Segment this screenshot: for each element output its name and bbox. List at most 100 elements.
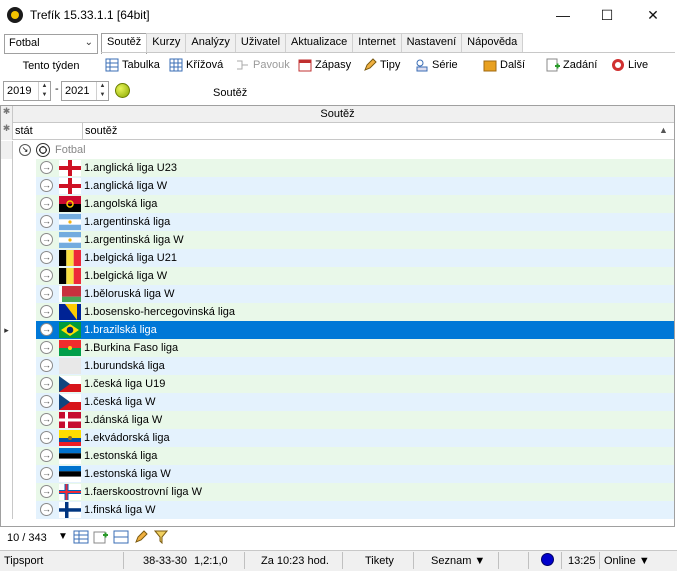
status-divider bbox=[599, 552, 600, 569]
czech-flag-icon bbox=[59, 394, 81, 410]
list-view-icon[interactable] bbox=[113, 530, 129, 544]
table-row[interactable]: → 1.faerskoostrovní liga W bbox=[1, 483, 674, 501]
open-arrow-icon[interactable]: → bbox=[40, 341, 53, 354]
table-row[interactable]: → 1.česká liga W bbox=[1, 393, 674, 411]
dalsi-button[interactable]: Další bbox=[483, 55, 525, 75]
tipy-button[interactable]: Tipy bbox=[363, 55, 400, 75]
filter-clear-icon[interactable] bbox=[154, 530, 170, 544]
year-from-spinner[interactable]: 2019 ▲ ▼ bbox=[3, 81, 51, 101]
row-body: → 1.brazilská liga bbox=[36, 321, 674, 339]
table-row[interactable]: → 1.česká liga U19 bbox=[1, 375, 674, 393]
year-to-spinner[interactable]: 2021 ▲ ▼ bbox=[61, 81, 109, 101]
table-row[interactable]: → 1.angolská liga bbox=[1, 195, 674, 213]
table-row[interactable]: → 1.anglická liga W bbox=[1, 177, 674, 195]
grid-view-icon[interactable] bbox=[73, 530, 89, 544]
tab-aktualizace[interactable]: Aktualizace bbox=[285, 33, 354, 52]
open-arrow-icon[interactable]: → bbox=[40, 251, 53, 264]
open-arrow-icon[interactable]: → bbox=[40, 449, 53, 462]
table-row[interactable]: → 1.anglická liga U23 bbox=[1, 159, 674, 177]
edit-icon[interactable] bbox=[134, 530, 150, 544]
open-arrow-icon[interactable]: → bbox=[40, 287, 53, 300]
tab-napoveda[interactable]: Nápověda bbox=[461, 33, 524, 52]
open-arrow-icon[interactable]: → bbox=[40, 359, 53, 372]
open-arrow-icon[interactable]: → bbox=[40, 485, 53, 498]
zapasy-button[interactable]: Zápasy bbox=[298, 55, 351, 75]
table-row[interactable]: → 1.estonská liga W bbox=[1, 465, 674, 483]
tab-internet[interactable]: Internet bbox=[352, 33, 402, 52]
online-dropdown[interactable]: Online ▼ bbox=[604, 555, 650, 567]
live-button[interactable]: Live bbox=[611, 55, 648, 75]
filter-icon[interactable]: ▼ bbox=[58, 531, 68, 542]
open-arrow-icon[interactable]: → bbox=[40, 467, 53, 480]
tab-kurzy[interactable]: Kurzy bbox=[146, 33, 187, 52]
tab-uzivatel[interactable]: Uživatel bbox=[234, 33, 287, 52]
week-filter-button[interactable]: Tento týden bbox=[4, 60, 98, 72]
column-soutez-header[interactable]: soutěž bbox=[85, 125, 117, 137]
table-row[interactable]: → 1.ekvádorská liga bbox=[1, 429, 674, 447]
serie-button[interactable]: Série bbox=[415, 55, 458, 75]
open-arrow-icon[interactable]: → bbox=[40, 503, 53, 516]
belgium-flag-icon bbox=[59, 268, 81, 284]
krizova-button[interactable]: Křížová bbox=[169, 55, 223, 75]
competition-name: 1.česká liga W bbox=[84, 396, 156, 408]
open-arrow-icon[interactable]: → bbox=[40, 395, 53, 408]
spinner-arrows-icon[interactable]: ▲ ▼ bbox=[38, 82, 50, 100]
open-arrow-icon[interactable]: → bbox=[40, 233, 53, 246]
open-arrow-icon[interactable]: → bbox=[40, 323, 53, 336]
close-button[interactable]: ✕ bbox=[630, 0, 676, 30]
table-row[interactable]: → 1.argentinská liga bbox=[1, 213, 674, 231]
group-row-fotbal[interactable]: ↘ Fotbal bbox=[1, 141, 674, 159]
sport-select-value: Fotbal bbox=[9, 37, 40, 49]
minimize-button[interactable]: — bbox=[540, 0, 586, 30]
sort-ascending-icon: ▲ bbox=[659, 125, 668, 135]
table-row[interactable]: → 1.běloruská liga W bbox=[1, 285, 674, 303]
maximize-button[interactable]: ☐ bbox=[584, 0, 630, 30]
band-indicator-icon: ✱ bbox=[1, 106, 13, 123]
table-row[interactable]: → 1.bosensko-hercegovinská liga bbox=[1, 303, 674, 321]
table-row[interactable]: → 1.estonská liga bbox=[1, 447, 674, 465]
estonia-flag-icon bbox=[59, 448, 81, 464]
open-arrow-icon[interactable]: → bbox=[40, 377, 53, 390]
clock-time: 13:25 bbox=[568, 555, 596, 567]
sport-select[interactable]: Fotbal ⌄ bbox=[4, 34, 98, 54]
tikety-button[interactable]: Tikety bbox=[365, 555, 394, 567]
status-divider bbox=[528, 552, 529, 569]
zadani-button[interactable]: Zadání bbox=[546, 55, 597, 75]
competition-name: 1.angolská liga bbox=[84, 198, 158, 210]
open-arrow-icon[interactable]: → bbox=[40, 197, 53, 210]
table-row[interactable]: → 1.belgická liga U21 bbox=[1, 249, 674, 267]
open-arrow-icon[interactable]: → bbox=[40, 431, 53, 444]
table-row[interactable]: ▸ → 1.brazilská liga bbox=[1, 321, 674, 339]
tabulka-button[interactable]: Tabulka bbox=[105, 55, 160, 75]
pavouk-button[interactable]: Pavouk bbox=[236, 55, 290, 75]
table-row[interactable]: → 1.argentinská liga W bbox=[1, 231, 674, 249]
column-stat-header[interactable]: stát bbox=[15, 125, 33, 137]
tab-analyzy[interactable]: Analýzy bbox=[185, 33, 236, 52]
open-arrow-icon[interactable]: → bbox=[40, 161, 53, 174]
table-row[interactable]: → 1.dánská liga W bbox=[1, 411, 674, 429]
row-indicator bbox=[1, 393, 13, 411]
seznam-dropdown[interactable]: Seznam ▼ bbox=[431, 555, 485, 567]
group-label: Fotbal bbox=[55, 144, 86, 156]
tab-nastaveni[interactable]: Nastavení bbox=[400, 33, 463, 52]
window-title: Trefík 15.33.1.1 [64bit] bbox=[30, 8, 150, 22]
angola-flag-icon bbox=[59, 196, 81, 212]
table-row[interactable]: → 1.Burkina Faso liga bbox=[1, 339, 674, 357]
spinner-arrows-icon[interactable]: ▲ ▼ bbox=[96, 82, 108, 100]
competition-name: 1.běloruská liga W bbox=[84, 288, 175, 300]
open-arrow-icon[interactable]: → bbox=[40, 215, 53, 228]
add-record-icon[interactable] bbox=[93, 530, 109, 544]
tipy-label: Tipy bbox=[380, 59, 401, 71]
tennis-ball-icon[interactable] bbox=[115, 83, 130, 98]
table-row[interactable]: → 1.belgická liga W bbox=[1, 267, 674, 285]
table-row[interactable]: → 1.burundská liga bbox=[1, 357, 674, 375]
open-arrow-icon[interactable]: → bbox=[40, 413, 53, 426]
table-row[interactable]: → 1.finská liga W bbox=[1, 501, 674, 519]
open-arrow-icon[interactable]: → bbox=[40, 179, 53, 192]
row-indicator bbox=[1, 177, 13, 195]
open-arrow-icon[interactable]: → bbox=[40, 305, 53, 318]
bookmaker-label[interactable]: Tipsport bbox=[4, 555, 43, 567]
tab-soutez[interactable]: Soutěž bbox=[101, 33, 148, 54]
open-arrow-icon[interactable]: → bbox=[40, 269, 53, 282]
collapse-group-icon[interactable]: ↘ bbox=[19, 144, 31, 156]
